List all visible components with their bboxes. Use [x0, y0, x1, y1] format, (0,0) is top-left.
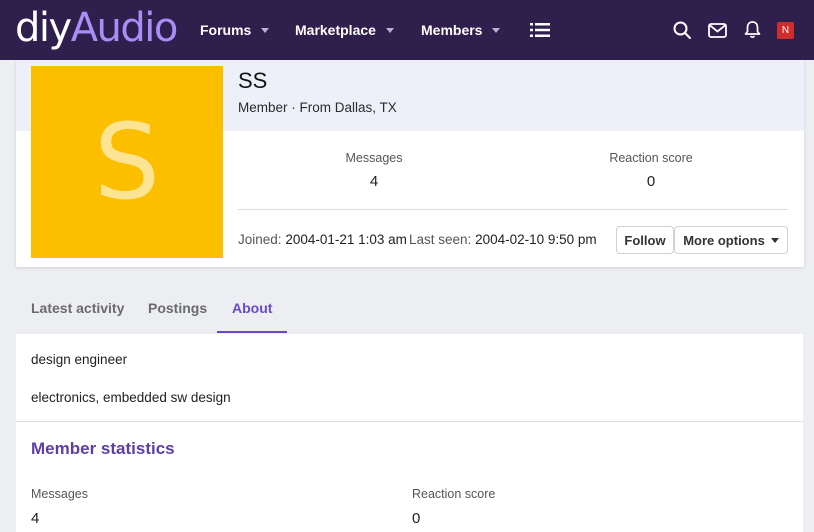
member-statistics-title: Member statistics [31, 439, 175, 458]
top-navigation-bar: diyAudio Forums Marketplace Members N [0, 0, 814, 60]
member-stat-reaction-value: 0 [412, 510, 421, 527]
mail-icon[interactable] [707, 20, 727, 40]
username[interactable]: SS [238, 68, 267, 94]
joined-value: 2004-01-21 1:03 am [285, 232, 407, 247]
member-stat-reaction-label: Reaction score [412, 487, 496, 501]
member-stat-messages-label: Messages [31, 487, 88, 501]
account-avatar-badge[interactable]: N [777, 22, 794, 39]
avatar[interactable]: S [31, 66, 223, 258]
joined-info: Joined: 2004-01-21 1:03 am [238, 232, 407, 247]
nav-marketplace-label: Marketplace [295, 22, 376, 38]
about-occupation: design engineer [31, 352, 128, 367]
follow-button-label: Follow [624, 232, 666, 248]
nav-forums-label: Forums [200, 22, 252, 38]
stat-reaction-value: 0 [646, 173, 656, 190]
bell-icon[interactable] [742, 19, 762, 40]
chevron-down-icon [385, 27, 394, 33]
chevron-down-icon [492, 27, 501, 33]
stat-messages-value[interactable]: 4 [294, 173, 454, 190]
active-tab-indicator [217, 331, 287, 333]
about-interests: electronics, embedded sw design [31, 390, 231, 405]
avatar-letter: S [93, 101, 160, 223]
tab-about[interactable]: About [232, 300, 272, 316]
member-stat-messages-value[interactable]: 4 [31, 510, 39, 527]
more-options-label: More options [683, 232, 765, 248]
stat-messages-label: Messages [345, 151, 403, 165]
last-seen-info: Last seen: 2004-02-10 9:50 pm [409, 232, 597, 247]
logo-text-diy: diy [15, 5, 72, 51]
nav-members[interactable]: Members [421, 20, 501, 40]
follow-button[interactable]: Follow [616, 226, 674, 254]
about-divider [16, 421, 803, 422]
logo-text-audio: Audio [70, 5, 179, 51]
nav-members-label: Members [421, 22, 483, 38]
caret-down-icon [770, 237, 779, 243]
profile-divider [238, 209, 788, 210]
joined-label: Joined: [238, 232, 282, 247]
nav-forums[interactable]: Forums [200, 20, 270, 40]
tab-postings[interactable]: Postings [148, 300, 207, 316]
last-seen-value: 2004-02-10 9:50 pm [475, 232, 597, 247]
user-title: Member · From Dallas, TX [238, 100, 397, 115]
about-panel: design engineer electronics, embedded sw… [16, 334, 803, 532]
site-logo[interactable]: diyAudio [15, 4, 179, 52]
stat-reaction-label: Reaction score [609, 151, 693, 165]
last-seen-label: Last seen: [409, 232, 472, 247]
search-icon[interactable] [672, 20, 692, 40]
chevron-down-icon [261, 27, 270, 33]
nav-marketplace[interactable]: Marketplace [295, 20, 394, 40]
list-icon[interactable] [529, 20, 551, 40]
more-options-button[interactable]: More options [674, 226, 788, 254]
tab-latest-activity[interactable]: Latest activity [31, 300, 124, 316]
profile-card: S SS Member · From Dallas, TX Messages 4… [16, 60, 804, 267]
